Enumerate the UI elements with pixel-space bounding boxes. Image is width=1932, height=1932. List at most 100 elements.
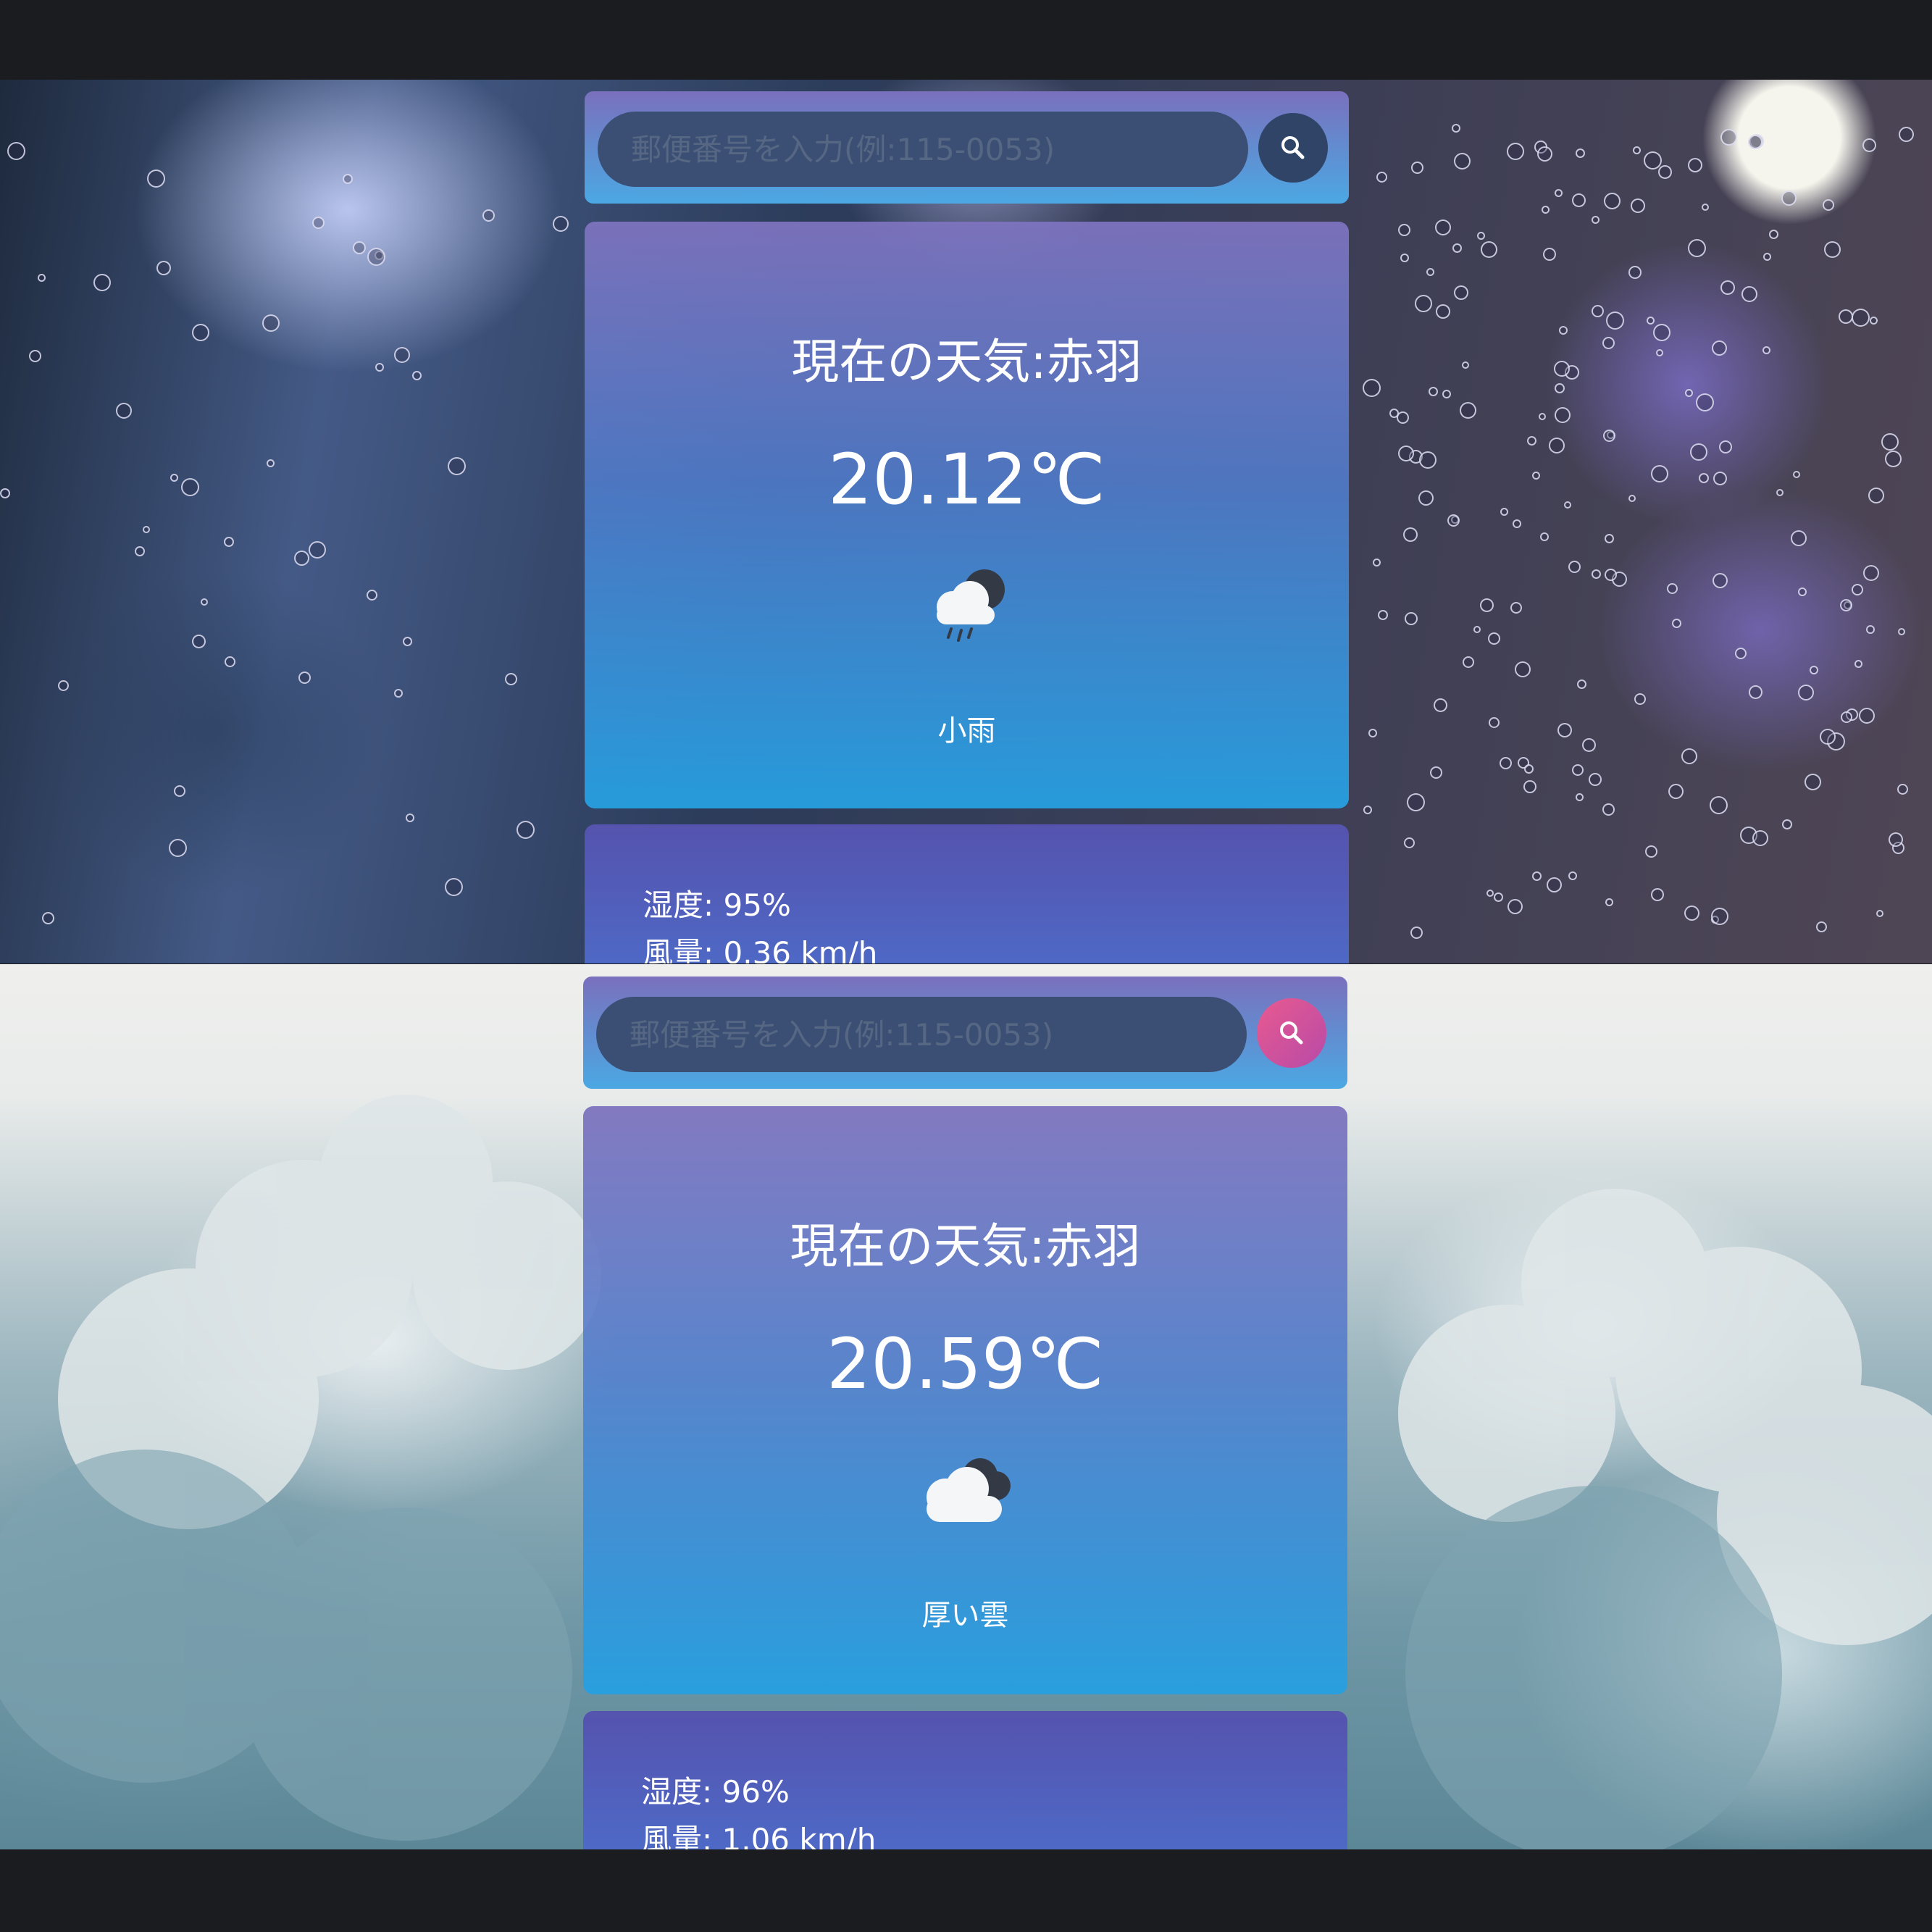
raindrop <box>1868 488 1884 503</box>
raindrop <box>394 347 410 363</box>
raindrop <box>1776 489 1783 496</box>
raindrop <box>1363 806 1372 814</box>
rain-background-screen: 現在の天気:赤羽 20.12℃ 小雨 湿度: 95% 風量: 0.36 km/h <box>0 80 1932 963</box>
temperature-value: 20.59℃ <box>827 1323 1104 1405</box>
raindrop <box>1653 324 1670 341</box>
temperature-value: 20.12℃ <box>828 439 1105 520</box>
current-weather-card: 現在の天気:赤羽 20.12℃ 小雨 <box>585 222 1349 808</box>
raindrop <box>1606 311 1624 330</box>
raindrop <box>1532 472 1540 480</box>
raindrop <box>1720 129 1737 146</box>
raindrop <box>135 546 145 556</box>
raindrop <box>1720 280 1735 295</box>
raindrop <box>169 839 187 857</box>
raindrop <box>403 637 412 646</box>
raindrop <box>1672 619 1681 628</box>
raindrop <box>1513 519 1521 528</box>
raindrop <box>1644 151 1662 170</box>
raindrop <box>1592 569 1601 579</box>
postal-code-input[interactable] <box>596 997 1247 1072</box>
raindrop <box>1415 295 1432 312</box>
raindrop <box>192 324 209 341</box>
raindrop <box>1564 501 1571 509</box>
raindrop <box>262 314 280 332</box>
light-rain-cloud-icon <box>936 569 1005 642</box>
raindrop <box>1696 393 1714 411</box>
raindrop <box>1539 413 1546 420</box>
weather-description: 小雨 <box>937 714 996 748</box>
raindrop <box>1436 304 1450 319</box>
raindrop <box>505 673 517 685</box>
raindrop <box>1762 346 1770 354</box>
raindrop <box>1645 845 1657 858</box>
raindrop <box>1480 598 1494 612</box>
raindrop <box>1634 693 1646 705</box>
raindrop <box>1805 774 1821 790</box>
raindrop <box>375 363 384 372</box>
raindrop <box>1748 135 1762 149</box>
weather-title: 現在の天気:赤羽 <box>790 1218 1141 1274</box>
raindrop <box>1605 898 1613 906</box>
raindrop <box>1404 837 1415 848</box>
raindrop <box>1542 206 1550 214</box>
raindrop <box>1782 819 1792 829</box>
raindrop <box>1898 628 1905 635</box>
raindrop <box>192 635 206 648</box>
raindrop <box>1410 927 1423 939</box>
raindrop <box>1713 472 1727 485</box>
raindrop <box>1710 796 1728 814</box>
raindrop <box>1741 286 1757 302</box>
raindrop <box>201 598 208 606</box>
raindrop <box>1713 573 1728 588</box>
raindrop <box>7 142 25 160</box>
raindrop <box>1816 921 1827 932</box>
raindrop <box>1603 430 1615 442</box>
raindrop <box>312 217 325 229</box>
raindrop <box>174 785 185 797</box>
raindrop <box>1628 266 1642 279</box>
raindrop <box>1452 243 1462 253</box>
raindrop <box>1605 569 1617 581</box>
raindrop <box>448 457 466 475</box>
raindrop <box>1859 708 1875 724</box>
raindrop <box>1862 138 1876 152</box>
raindrop <box>1442 390 1451 398</box>
raindrop <box>1398 224 1410 236</box>
postal-code-input[interactable] <box>598 112 1248 187</box>
raindrop <box>1557 723 1572 737</box>
raindrop <box>1418 490 1434 506</box>
raindrop <box>1398 446 1414 461</box>
raindrop <box>1454 285 1468 300</box>
raindrop <box>1559 326 1568 335</box>
raindrop <box>1547 877 1562 892</box>
current-weather-card: 現在の天気:赤羽 20.59℃ 厚い雲 <box>583 1106 1347 1694</box>
raindrop <box>1363 379 1381 397</box>
raindrop <box>1494 892 1503 902</box>
raindrop <box>517 821 535 839</box>
raindrop <box>394 689 403 698</box>
search-button[interactable] <box>1258 113 1328 183</box>
raindrop <box>1752 830 1768 846</box>
raindrop <box>1769 230 1778 239</box>
search-button[interactable] <box>1257 998 1326 1068</box>
raindrop <box>1532 871 1542 881</box>
raindrop <box>1543 248 1556 261</box>
raindrop <box>1368 729 1377 737</box>
raindrop <box>482 209 495 222</box>
raindrop <box>1688 239 1706 257</box>
raindrop <box>93 274 111 291</box>
raindrop <box>1793 471 1800 478</box>
clouds-background-screen: 現在の天気:赤羽 20.59℃ 厚い雲 湿度: 96% 風量: 1.06 km/… <box>0 964 1932 1849</box>
raindrop <box>1572 764 1584 776</box>
search-icon <box>1280 1021 1303 1045</box>
raindrop <box>553 216 569 232</box>
raindrop <box>1378 610 1388 620</box>
raindrop <box>1576 149 1585 158</box>
raindrop <box>1667 583 1678 594</box>
raindrop <box>1460 402 1476 419</box>
raindrop <box>1549 438 1565 453</box>
raindrop <box>367 590 377 601</box>
raindrop <box>267 459 275 467</box>
raindrop <box>298 672 311 684</box>
raindrop <box>1537 146 1552 162</box>
